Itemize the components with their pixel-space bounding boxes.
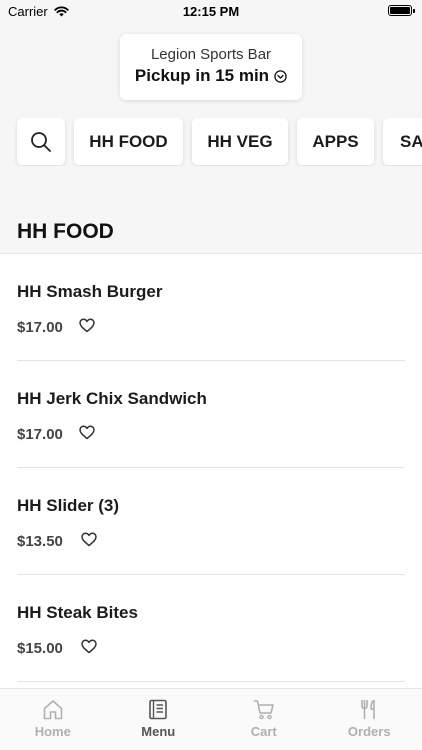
item-price: $15.00: [17, 640, 63, 657]
pickup-time-label: Pickup in 15 min: [134, 66, 270, 85]
tab-cart-label: Cart: [250, 724, 277, 739]
tab-bar: Home Menu Cart Orders: [0, 688, 422, 750]
pickup-time: Pickup in 15 min: [135, 66, 287, 86]
item-name: HH Steak Bites: [17, 603, 138, 622]
tab-menu[interactable]: Menu: [106, 689, 212, 750]
menu-item[interactable]: HH Steak Bites $15.00: [0, 575, 422, 682]
menu-list: HH Smash Burger $17.00 HH Jerk Chix Sand…: [0, 253, 422, 688]
cart-icon: [253, 700, 274, 720]
category-chip-apps[interactable]: APPS: [297, 118, 374, 165]
home-icon: [43, 700, 63, 720]
heart-icon[interactable]: [81, 532, 97, 547]
category-bar: HH FOOD HH VEG APPS SA: [0, 118, 422, 166]
battery-icon: [388, 5, 415, 16]
heart-icon[interactable]: [79, 318, 95, 333]
status-bar: Carrier 12:15 PM: [0, 0, 422, 22]
tab-menu-label: Menu: [141, 724, 176, 739]
heart-icon[interactable]: [81, 639, 97, 654]
pickup-selector[interactable]: Legion Sports Bar Pickup in 15 min: [120, 34, 302, 100]
item-price: $17.00: [17, 426, 63, 443]
menu-book-icon: [149, 699, 168, 720]
menu-item[interactable]: HH Jerk Chix Sandwich $17.00: [0, 361, 422, 468]
section-title: HH FOOD: [17, 220, 114, 243]
tab-home-label: Home: [34, 724, 71, 739]
status-time: 12:15 PM: [182, 4, 240, 19]
item-price: $17.00: [17, 319, 63, 336]
search-icon: [31, 131, 51, 152]
menu-item[interactable]: HH Smash Burger $17.00: [0, 254, 422, 361]
item-divider: [17, 681, 405, 682]
tab-orders[interactable]: Orders: [317, 689, 422, 750]
search-button[interactable]: [17, 118, 65, 165]
tab-home[interactable]: Home: [0, 689, 106, 750]
menu-item[interactable]: HH Slider (3) $13.50: [0, 468, 422, 575]
category-chip-sa[interactable]: SA: [383, 118, 422, 165]
item-name: HH Smash Burger: [17, 282, 163, 301]
category-chip-hh-veg[interactable]: HH VEG: [192, 118, 288, 165]
item-price: $13.50: [17, 533, 63, 550]
fork-knife-icon: [361, 699, 376, 720]
store-name: Legion Sports Bar: [150, 46, 272, 63]
heart-icon[interactable]: [79, 425, 95, 440]
chevron-down-circle-icon: [274, 69, 287, 83]
tab-cart[interactable]: Cart: [211, 689, 317, 750]
item-name: HH Slider (3): [17, 496, 120, 515]
tab-orders-label: Orders: [347, 724, 391, 739]
item-name: HH Jerk Chix Sandwich: [17, 389, 207, 408]
category-chip-hh-food[interactable]: HH FOOD: [74, 118, 183, 165]
